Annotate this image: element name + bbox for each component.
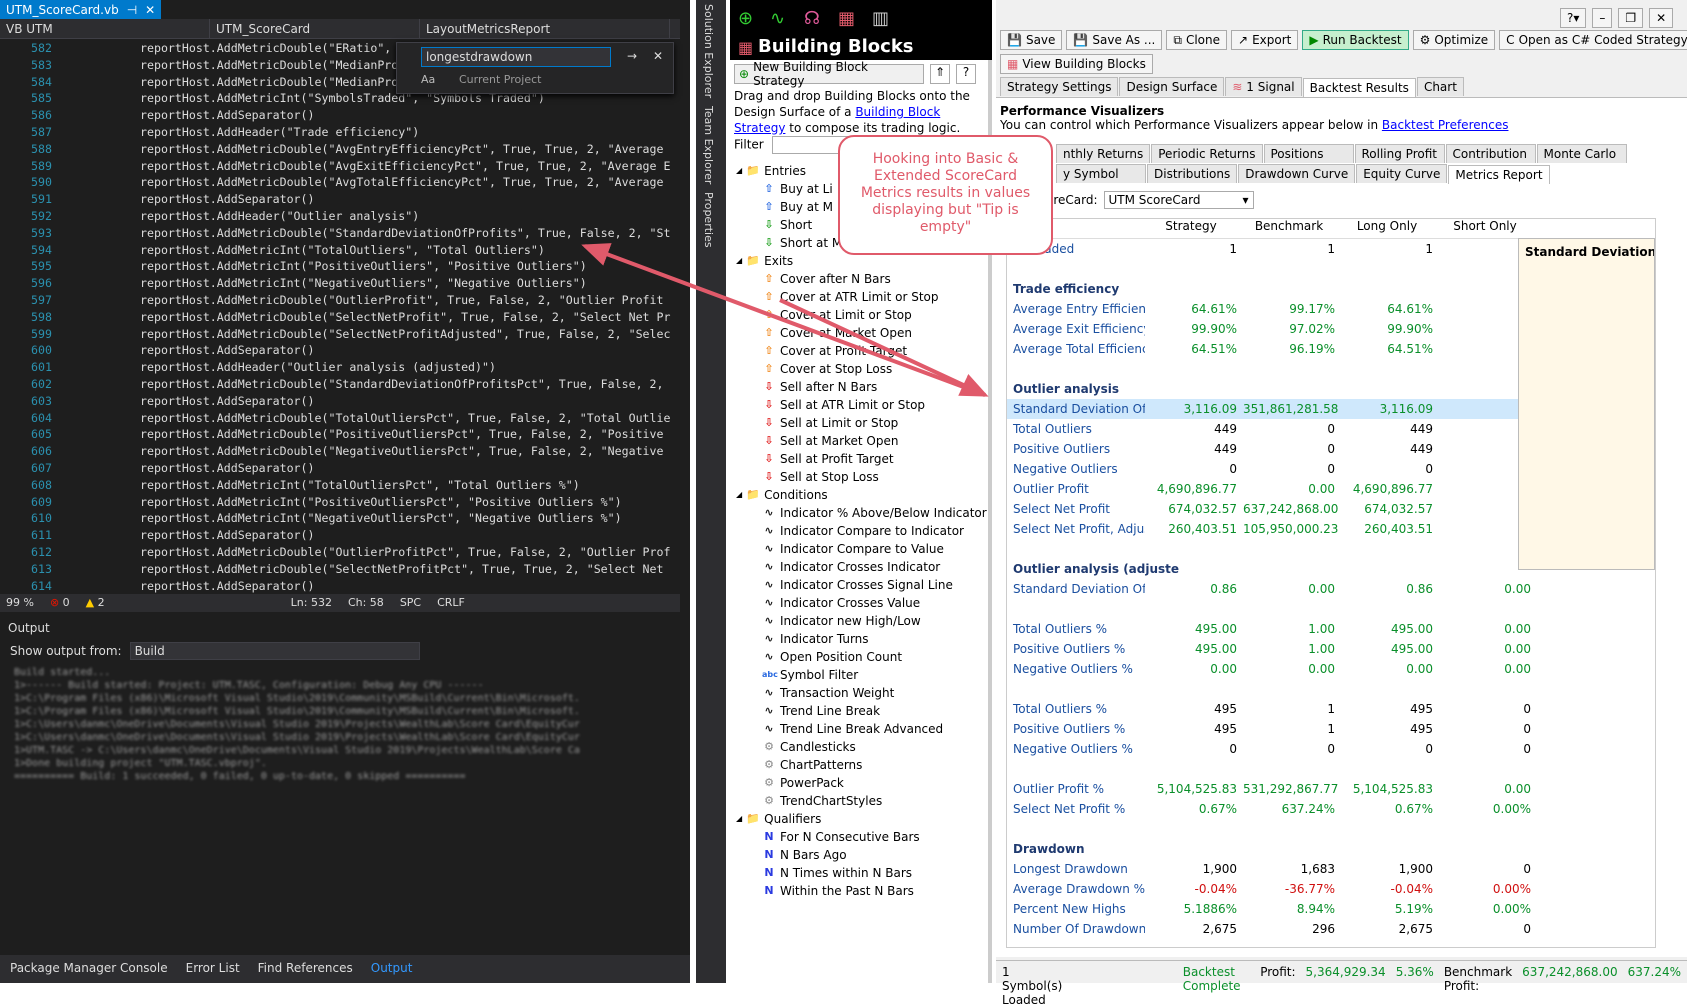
- annotation-callout: Hooking into Basic & Extended ScoreCard …: [838, 135, 1053, 255]
- arrow-to-grid: [779, 298, 989, 397]
- arrow-to-code: [581, 243, 986, 397]
